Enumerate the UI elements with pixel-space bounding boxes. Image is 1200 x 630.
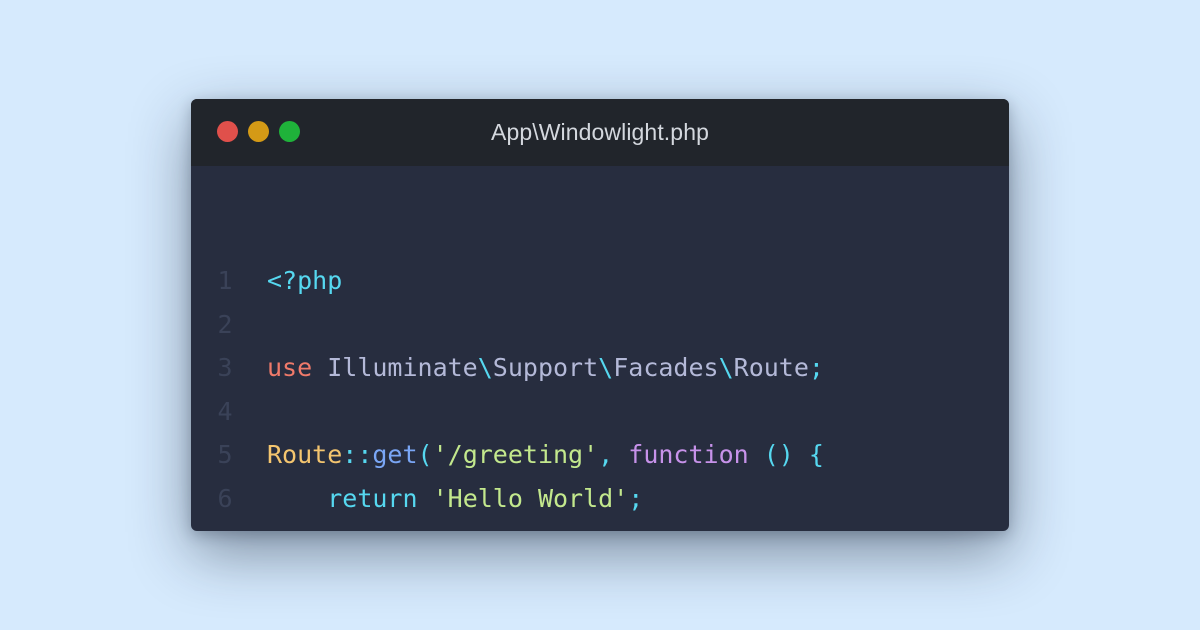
line-number: 3 [217, 353, 233, 383]
code-text: return 'Hello World'; [267, 477, 643, 521]
code-token: \ [477, 353, 493, 383]
code-token: , [598, 440, 629, 470]
code-text: }); [267, 521, 312, 531]
code-token: <?php [267, 266, 343, 295]
code-token: ( [417, 440, 433, 470]
code-window: App\Windowlight.php 1 <?php 2 3 use Illumina… [191, 99, 1009, 531]
line-number: 6 [217, 484, 233, 513]
code-token: '/greeting' [432, 440, 599, 470]
code-token: Support [492, 353, 599, 383]
code-token: \ [598, 353, 614, 383]
code-token: 'Hello World' [432, 484, 629, 513]
code-token: }); [267, 528, 312, 531]
code-token: use [267, 353, 313, 383]
code-text: Route::get('/greeting', function () { [267, 433, 824, 477]
code-text: <?php [267, 259, 342, 303]
code-token: ; [628, 484, 644, 513]
code-token: function [628, 440, 749, 470]
line-number: 4 [217, 396, 233, 426]
code-token: ; [808, 353, 824, 383]
title-bar: App\Windowlight.php [191, 99, 1009, 166]
code-token: return [327, 484, 418, 513]
code-token: get [372, 440, 418, 470]
code-token: :: [342, 440, 373, 470]
line-number: 5 [217, 440, 233, 470]
code-token: Route [733, 353, 809, 383]
line-number: 7 [213, 521, 237, 531]
code-token: Route [267, 440, 343, 470]
code-text: use Illuminate\Support\Facades\Route; [267, 346, 824, 390]
code-token: () { [748, 440, 824, 470]
code-token: \ [718, 353, 734, 383]
code-token: Facades [613, 353, 719, 383]
line-number: 1 [217, 266, 233, 295]
line-number: 2 [217, 309, 233, 339]
code-token: Illuminate [327, 353, 478, 383]
window-title: App\Windowlight.php [491, 119, 709, 145]
